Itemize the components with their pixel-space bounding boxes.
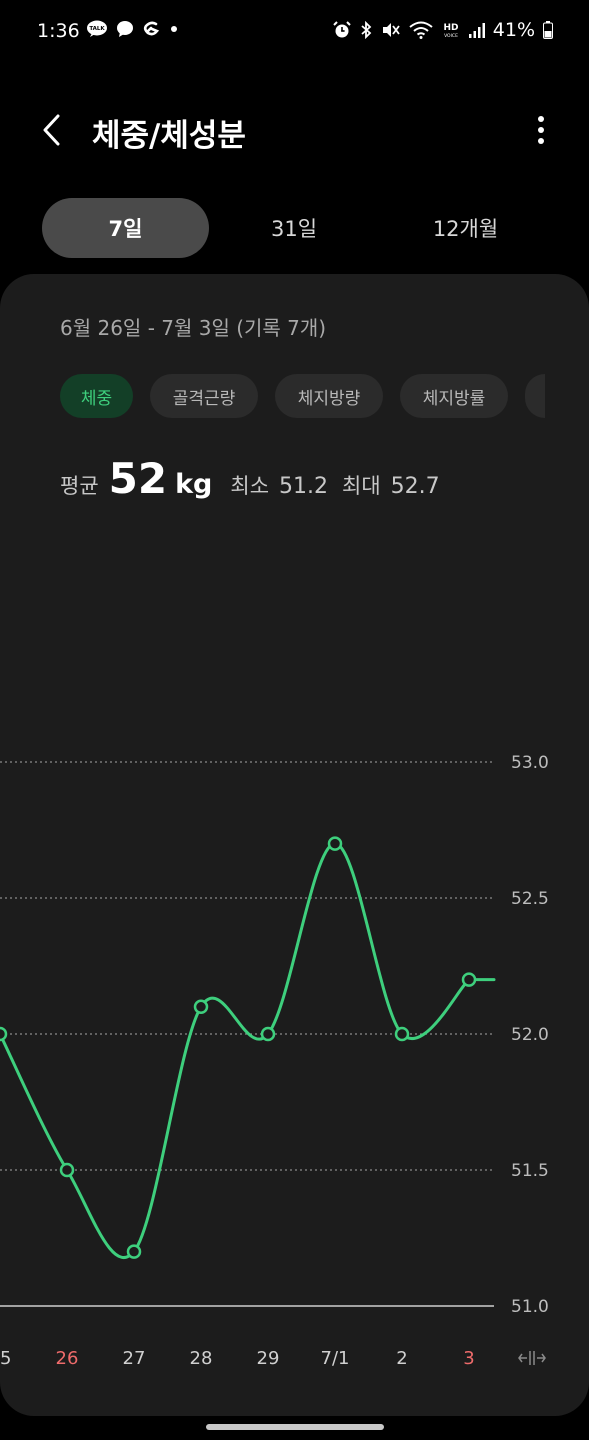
y-tick-label: 53.0 [511,753,549,773]
y-tick-label: 52.5 [511,889,549,909]
period-tabs: 7일 31일 12개월 [42,198,552,258]
chevron-left-icon [43,114,60,146]
tab-12-months[interactable]: 12개월 [379,198,552,258]
battery-icon [543,21,553,39]
wifi-icon [409,21,433,39]
x-tick-label: 2 [396,1348,407,1369]
data-point [193,999,209,1015]
link-icon [142,20,160,38]
battery-percent: 41% [492,19,535,41]
hd-voice-icon: HD VOICE [441,21,461,39]
svg-text:HD: HD [443,23,458,33]
data-point [461,972,477,987]
page-title: 체중/체성분 [92,118,246,154]
home-indicator[interactable] [206,1424,384,1430]
more-vertical-icon [538,116,544,144]
weight-line [0,842,496,1260]
x-tick-label: 25 [0,1348,11,1369]
more-options-button[interactable] [531,110,551,150]
app-header: 체중/체성분 [0,100,589,160]
data-point [394,1026,410,1042]
y-tick-label: 52.0 [511,1025,549,1045]
y-tick-label: 51.5 [511,1161,549,1181]
x-tick-label: 26 [56,1348,79,1369]
horizontal-scroll-icon[interactable] [517,1347,547,1369]
data-point [327,836,343,851]
alarm-icon [333,21,351,39]
tab-7-days[interactable]: 7일 [42,198,209,258]
mute-icon [381,21,401,39]
tab-31-days[interactable]: 31일 [209,198,379,258]
x-tick-label: 28 [190,1348,213,1369]
data-point [59,1162,75,1178]
status-bar: 1:36 TALK HD VOICE 41% [0,0,589,64]
x-tick-label: 7/1 [321,1348,350,1369]
back-button[interactable] [34,108,70,152]
status-time: 1:36 [37,20,80,42]
x-tick-label: 29 [257,1348,280,1369]
svg-text:VOICE: VOICE [444,33,458,39]
signal-icon [468,21,485,39]
x-tick-label: 27 [123,1348,146,1369]
weight-line-chart[interactable]: 53.0 52.5 52.0 51.5 51.0 25 26 27 28 29 7/1 2 3 [0,274,589,1416]
kakaotalk-icon: TALK [86,20,108,38]
dot-icon [168,23,180,35]
svg-text:TALK: TALK [89,26,105,32]
data-point [0,1026,8,1042]
data-point [260,1026,276,1042]
chat-bubble-icon [116,20,134,38]
data-point [126,1244,142,1259]
bluetooth-icon [359,21,373,39]
weight-card: 6월 26일 - 7월 3일 (기록 7개) 체중 골격근량 체지방량 체지방률… [0,274,589,1416]
x-tick-label: 3 [463,1348,474,1369]
y-tick-label: 51.0 [511,1297,549,1317]
